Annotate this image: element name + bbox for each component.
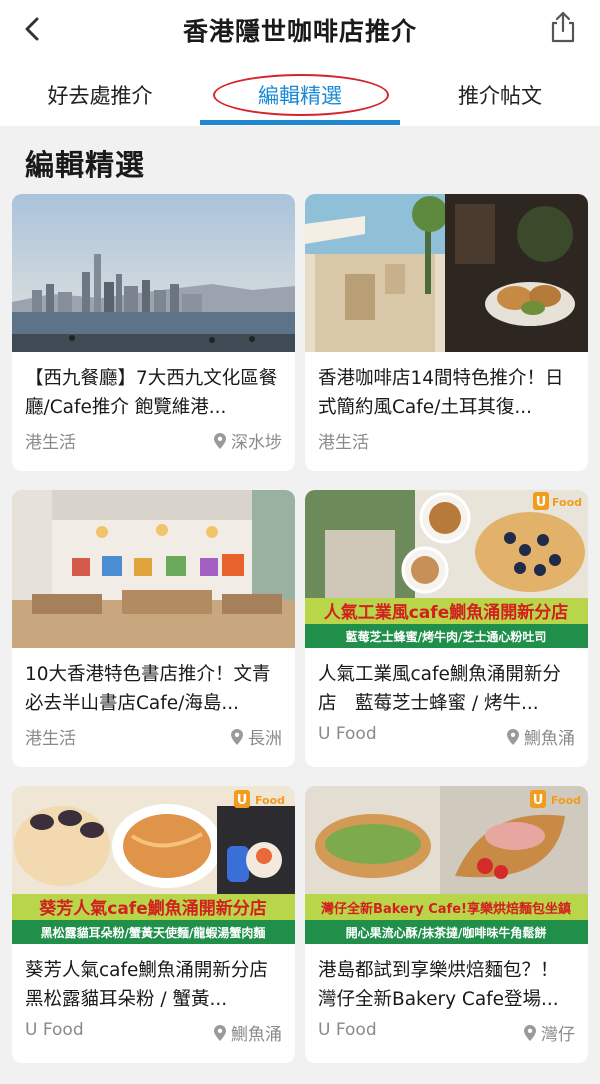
page-title: 香港隱世咖啡店推介 — [182, 17, 417, 46]
article-card-2[interactable]: 香港咖啡店14間特色推介！日式簡約風Cafe/土耳其復... 港生活 — [305, 194, 588, 471]
card-location-label: 鰂魚涌 — [231, 1025, 282, 1045]
section-title: 編輯精選 — [25, 148, 146, 182]
header-bar: 香港隱世咖啡店推介 — [0, 0, 600, 60]
card-thumbnail-1 — [12, 194, 295, 352]
card-title: 【西九餐廳】7大西九文化區餐廳/Cafe推介 飽覽維港... — [25, 368, 278, 418]
share-icon — [551, 11, 575, 43]
svg-text:Food: Food — [551, 794, 581, 807]
card-source: U Food — [25, 1020, 84, 1040]
tab-editors-picks[interactable]: 編輯精選 — [200, 80, 400, 110]
card-source: 港生活 — [25, 433, 76, 453]
tab-recommended-places[interactable]: 好去處推介 — [0, 80, 200, 110]
svg-text:U: U — [237, 793, 248, 808]
card-title: 港島都試到享樂烘焙麵包？！灣仔全新Bakery Cafe登場... — [318, 960, 559, 1010]
card-banner-text: 葵芳人氣cafe鰂魚涌開新分店 — [39, 898, 266, 919]
card-location: 深水埗 — [214, 428, 282, 453]
card-location: 長洲 — [231, 724, 282, 749]
tab-recommended-posts[interactable]: 推介帖文 — [400, 80, 600, 110]
card-location-label: 深水埗 — [231, 433, 282, 453]
location-pin-icon — [507, 728, 519, 745]
card-location: 灣仔 — [524, 1020, 575, 1045]
card-title: 10大香港特色書店推介！文青必去半山書店Cafe/海島... — [25, 664, 271, 714]
card-title: 人氣工業風cafe鰂魚涌開新分店 藍莓芝士蜂蜜 / 烤牛... — [318, 664, 561, 714]
card-location-label: 灣仔 — [541, 1025, 575, 1045]
card-source: 港生活 — [318, 433, 369, 453]
article-card-5[interactable]: 葵芳人氣cafe鰂魚涌開新分店 黑松露貓耳朵粉/蟹黃天使麵/龍蝦湯蟹肉麵 U F… — [12, 786, 295, 1063]
svg-text:U: U — [533, 793, 544, 808]
card-location-label: 鰂魚涌 — [524, 729, 575, 749]
article-card-6[interactable]: 灣仔全新Bakery Cafe!享樂烘焙麵包坐鎮 開心果流心酥/抹茶撻/咖啡味牛… — [305, 786, 588, 1063]
card-source: 港生活 — [25, 729, 76, 749]
chevron-left-icon — [25, 17, 39, 41]
svg-text:U: U — [536, 495, 547, 510]
card-subbanner-text: 藍莓芝士蜂蜜/烤牛肉/芝士通心粉吐司 — [346, 629, 547, 644]
article-card-3[interactable]: 10大香港特色書店推介！文青必去半山書店Cafe/海島... 港生活 長洲 — [12, 490, 295, 767]
location-pin-icon — [214, 432, 226, 449]
card-subbanner-text: 開心果流心酥/抹茶撻/咖啡味牛角鬆餅 — [346, 925, 547, 940]
card-location: 鰂魚涌 — [507, 724, 575, 749]
back-button[interactable] — [18, 14, 48, 44]
card-location-label: 長洲 — [248, 729, 282, 749]
card-thumbnail-3 — [12, 490, 295, 648]
article-card-4[interactable]: 人氣工業風cafe鰂魚涌開新分店 藍莓芝士蜂蜜/烤牛肉/芝士通心粉吐司 U Fo… — [305, 490, 588, 767]
location-pin-icon — [231, 728, 243, 745]
svg-text:Food: Food — [255, 794, 285, 807]
card-title: 葵芳人氣cafe鰂魚涌開新分店 黑松露貓耳朵粉 / 蟹黃... — [25, 960, 283, 1010]
active-tab-indicator — [200, 120, 400, 125]
location-pin-icon — [524, 1024, 536, 1041]
location-pin-icon — [214, 1024, 226, 1041]
card-source: U Food — [318, 1020, 377, 1040]
card-thumbnail-5: 葵芳人氣cafe鰂魚涌開新分店 黑松露貓耳朵粉/蟹黃天使麵/龍蝦湯蟹肉麵 U F… — [12, 786, 295, 944]
card-title: 香港咖啡店14間特色推介！日式簡約風Cafe/土耳其復... — [318, 368, 564, 418]
share-button[interactable] — [548, 10, 578, 44]
svg-text:Food: Food — [552, 496, 582, 509]
article-card-1[interactable]: 【西九餐廳】7大西九文化區餐廳/Cafe推介 飽覽維港... 港生活 深水埗 — [12, 194, 295, 471]
card-banner-text: 人氣工業風cafe鰂魚涌開新分店 — [324, 602, 568, 623]
card-thumbnail-4: 人氣工業風cafe鰂魚涌開新分店 藍莓芝士蜂蜜/烤牛肉/芝士通心粉吐司 U Fo… — [305, 490, 588, 648]
card-thumbnail-6: 灣仔全新Bakery Cafe!享樂烘焙麵包坐鎮 開心果流心酥/抹茶撻/咖啡味牛… — [305, 786, 588, 944]
tab-bar: 好去處推介 編輯精選 推介帖文 — [0, 60, 600, 126]
card-source: U Food — [318, 724, 377, 744]
card-subbanner-text: 黑松露貓耳朵粉/蟹黃天使麵/龍蝦湯蟹肉麵 — [41, 925, 266, 940]
card-banner-text: 灣仔全新Bakery Cafe!享樂烘焙麵包坐鎮 — [321, 901, 571, 917]
card-thumbnail-2 — [305, 194, 588, 352]
card-location: 鰂魚涌 — [214, 1020, 282, 1045]
